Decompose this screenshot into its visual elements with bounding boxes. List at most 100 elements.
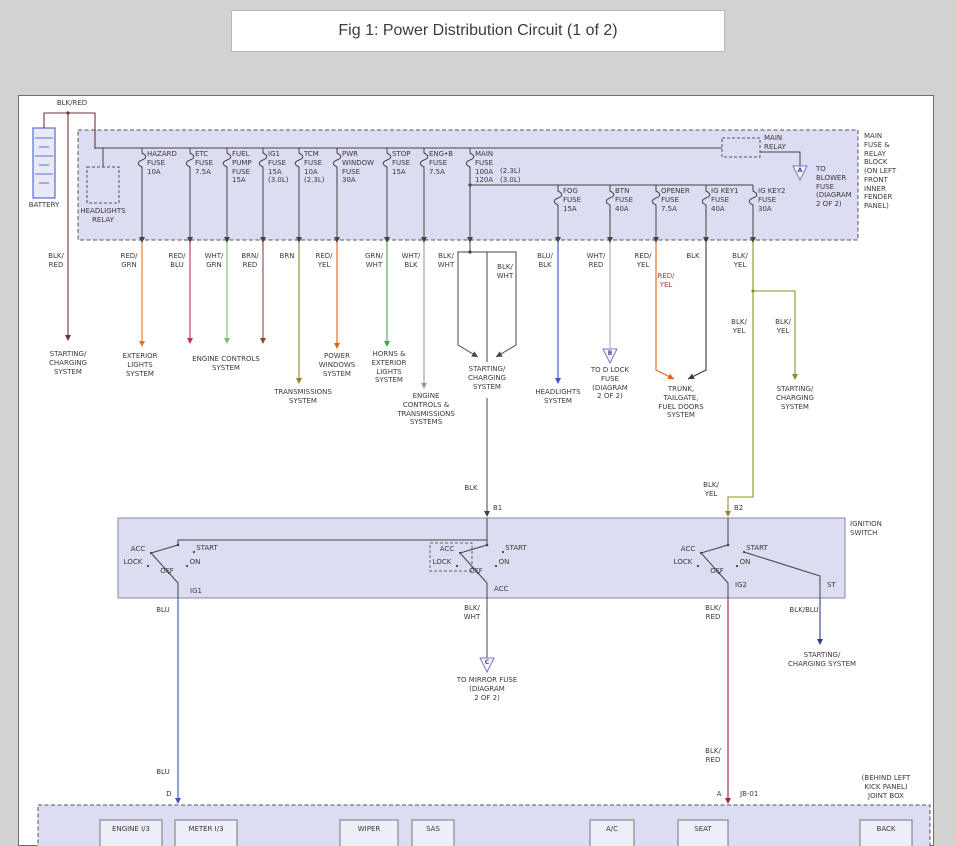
wire-label-blk-b1: BLK <box>464 484 477 493</box>
to-blower-label: TO BLOWER FUSE (DIAGRAM 2 OF 2) <box>816 165 852 209</box>
wire-label-red-yel: RED/ YEL <box>315 252 332 270</box>
dest-transmissions: TRANSMISSIONS SYSTEM <box>274 388 332 406</box>
joint-fuse-meter: METER I/3 <box>188 825 223 834</box>
joint-fuse-engine: ENGINE I/3 <box>112 825 150 834</box>
wire-label-blk-blu: BLK/BLU <box>789 606 818 615</box>
connector-c-label: C <box>485 659 489 667</box>
wire-label-blu-2: BLU <box>156 768 169 777</box>
wire-blk-trunk <box>688 240 706 379</box>
ign3-off: OFF <box>710 567 724 576</box>
dest-power-windows: POWER WINDOWS SYSTEM <box>319 352 356 378</box>
joint-fuse-ac: A/C <box>606 825 618 834</box>
wiring-diagram-svg <box>0 0 955 846</box>
connector-b-label: B <box>608 350 613 358</box>
terminal-ig1-label: IG1 <box>190 587 202 596</box>
dest-to-d-lock: TO D LOCK FUSE (DIAGRAM 2 OF 2) <box>591 366 629 401</box>
ign3-acc: ACC <box>681 545 695 554</box>
fuse-label-fuel-pump: FUEL PUMP FUSE 15A <box>232 150 252 185</box>
terminal-b1-label: B1 <box>493 504 502 513</box>
dest-starting-charging-1: STARTING/ CHARGING SYSTEM <box>49 350 87 376</box>
wire-label-blk-red-ig2: BLK/ RED <box>705 604 721 622</box>
dest-horns-exterior: HORNS & EXTERIOR LIGHTS SYSTEM <box>371 350 406 385</box>
wire-label-blk: BLK <box>686 252 699 261</box>
joint-box-title: (BEHIND LEFT KICK PANEL) JOINT BOX <box>862 774 911 800</box>
fuse-label-btn: BTN FUSE 40A <box>615 187 633 213</box>
dest-exterior-lights: EXTERIOR LIGHTS SYSTEM <box>122 352 157 378</box>
ignition-switch-title: IGNITION SWITCH <box>850 520 882 538</box>
dest-starting-charging-st: STARTING/ CHARGING SYSTEM <box>788 651 856 669</box>
main-fuse-variants-label: (2.3L) (3.0L) <box>500 167 521 185</box>
dest-to-mirror: TO MIRROR FUSE (DIAGRAM 2 OF 2) <box>457 676 517 702</box>
wire-label-red-yel-opener: RED/ YEL <box>634 252 651 270</box>
fuse-label-eng-b: ENG•B FUSE 7.5A <box>429 150 453 176</box>
wire-label-blk-wht-acc: BLK/ WHT <box>464 604 480 622</box>
terminal-b2-label: B2 <box>734 504 743 513</box>
fuse-label-opener: OPENER FUSE 7.5A <box>661 187 690 213</box>
ign3-on: ON <box>740 558 751 567</box>
page: Fig 1: Power Distribution Circuit (1 of … <box>0 0 955 846</box>
fuse-label-tcm: TCM FUSE 10A (2.3L) <box>304 150 325 185</box>
wire-label-blk-wht-left: BLK/ WHT <box>438 252 454 270</box>
fuse-label-ig-key2: IG KEY2 FUSE 30A <box>758 187 785 213</box>
component-boxes <box>33 128 930 846</box>
ign1-acc: ACC <box>131 545 145 554</box>
terminal-ig2-label: IG2 <box>735 581 747 590</box>
joint-entry-a-label: A <box>717 790 722 799</box>
wire-label-wht-grn: WHT/ GRN <box>205 252 224 270</box>
ign1-lock: LOCK <box>124 558 143 567</box>
ign1-start: START <box>196 544 218 553</box>
terminal-st-label: ST <box>827 581 836 590</box>
wire-label-blu-blk: BLU/ BLK <box>537 252 553 270</box>
joint-fuse-wiper: WIPER <box>358 825 381 834</box>
ign2-acc: ACC <box>440 545 454 554</box>
jb01-label: JB-01 <box>740 790 758 799</box>
wire-label-brn: BRN <box>280 252 295 261</box>
ign2-lock: LOCK <box>433 558 452 567</box>
wire-label-blk-yel-mid-left: BLK/ YEL <box>731 318 747 336</box>
battery-wire-label: BLK/RED <box>57 99 87 108</box>
fuse-label-fog: FOG FUSE 15A <box>563 187 581 213</box>
headlights-relay-label: HEADLIGHTS RELAY <box>80 207 125 225</box>
ign2-on: ON <box>499 558 510 567</box>
ign1-on: ON <box>190 558 201 567</box>
wire-label-wht-red: WHT/ RED <box>587 252 606 270</box>
fuse-label-stop: STOP FUSE 15A <box>392 150 410 176</box>
dest-trunk-tailgate: TRUNK, TAILGATE, FUEL DOORS SYSTEM <box>658 385 703 420</box>
joint-fuse-seat: SEAT <box>694 825 711 834</box>
wire-blk-yel-main <box>728 240 753 511</box>
dest-engine-trans: ENGINE CONTROLS & TRANSMISSIONS SYSTEMS <box>397 392 455 427</box>
main-relay-label: MAIN RELAY <box>764 134 786 152</box>
wire-label-blk-yel-b2: BLK/ YEL <box>703 481 719 499</box>
fuse-label-main: MAIN FUSE 100A 120A <box>475 150 493 185</box>
ign3-lock: LOCK <box>674 558 693 567</box>
dest-starting-charging-2: STARTING/ CHARGING SYSTEM <box>468 365 506 391</box>
fuse-label-ig1: IG1 FUSE 15A (3.0L) <box>268 150 289 185</box>
wire-label-wht-blk: WHT/ BLK <box>402 252 421 270</box>
fuse-label-hazard: HAZARD FUSE 10A <box>147 150 177 176</box>
ign2-off: OFF <box>469 567 483 576</box>
ign1-off: OFF <box>160 567 174 576</box>
joint-fuse-back: BACK <box>877 825 896 834</box>
dest-headlights: HEADLIGHTS SYSTEM <box>535 388 580 406</box>
b2-entry-arrow <box>725 511 731 517</box>
dest-starting-charging-3: STARTING/ CHARGING SYSTEM <box>776 385 814 411</box>
joint-entry-d-label: D <box>166 790 171 799</box>
wire-label-blk-red-2: BLK/ RED <box>705 747 721 765</box>
b1-entry-arrow <box>484 511 490 517</box>
fuse-label-etc: ETC FUSE 7.5A <box>195 150 213 176</box>
wire-label-brn-red: BRN/ RED <box>241 252 258 270</box>
battery-label: BATTERY <box>29 201 60 210</box>
ign3-start: START <box>746 544 768 553</box>
wire-label-blk-yel-mid-right: BLK/ YEL <box>775 318 791 336</box>
ign2-start: START <box>505 544 527 553</box>
connector-a-label: A <box>798 167 803 175</box>
joint-box <box>38 805 930 846</box>
terminal-acc-label: ACC <box>494 585 508 594</box>
joint-fuse-sas: SAS <box>426 825 440 834</box>
wire-label-blk-red: BLK/ RED <box>48 252 64 270</box>
wire-label-blk-yel: BLK/ YEL <box>732 252 748 270</box>
wire-red-yel-trunk <box>656 240 674 379</box>
fuse-block-title: MAIN FUSE & RELAY BLOCK (ON LEFT FRONT I… <box>864 132 896 211</box>
fuse-label-pwr-window: PWR WINDOW FUSE 30A <box>342 150 374 185</box>
dest-engine-controls: ENGINE CONTROLS SYSTEM <box>192 355 260 373</box>
